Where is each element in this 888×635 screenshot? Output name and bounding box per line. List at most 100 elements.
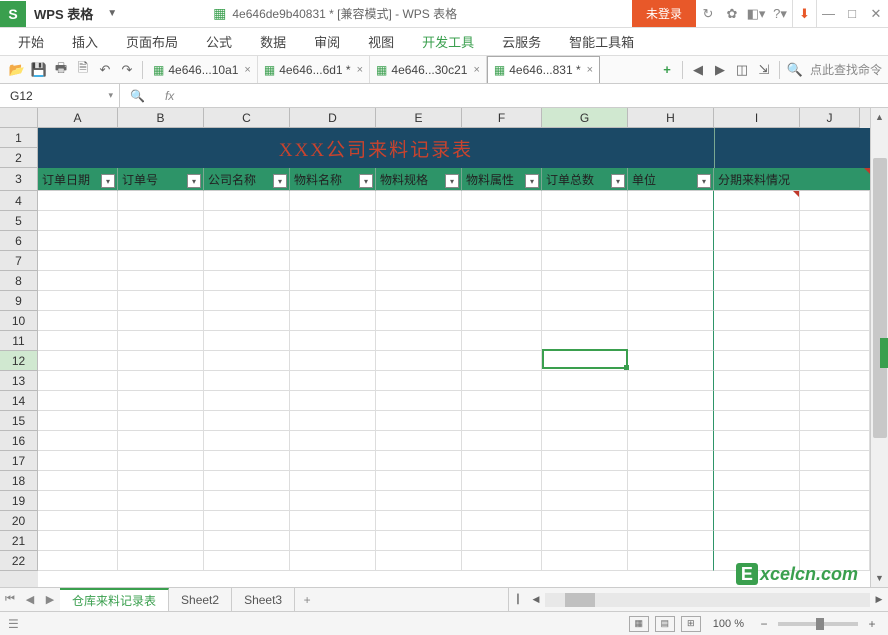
file-tab-close[interactable]: × (357, 64, 363, 76)
fx-search-icon[interactable]: 🔍 (130, 89, 145, 103)
data-row[interactable] (38, 511, 870, 531)
view-break[interactable]: ⊞ (681, 616, 701, 632)
msg-icon[interactable]: ◧▾ (744, 0, 768, 27)
filter-button[interactable]: ▾ (611, 174, 625, 188)
row-header-18[interactable]: 18 (0, 471, 38, 491)
sheet-tab-1[interactable]: Sheet2 (169, 588, 232, 611)
search-input[interactable]: 点此查找命令 (810, 61, 882, 78)
data-row[interactable] (38, 531, 870, 551)
tab-nav-left[interactable]: ◀ (688, 60, 708, 80)
view-normal[interactable]: ▦ (629, 616, 649, 632)
vertical-scrollbar[interactable]: ▲ ▼ (870, 108, 888, 587)
scroll-down-button[interactable]: ▼ (871, 569, 888, 587)
sheet-nav-prev[interactable]: ◀ (20, 588, 40, 611)
file-tab-3[interactable]: ▦4e646...831 *× (487, 56, 600, 83)
row-header-2[interactable]: 2 (0, 148, 38, 168)
skin-icon[interactable]: ✿ (720, 0, 744, 27)
data-row[interactable] (38, 391, 870, 411)
sync-icon[interactable]: ↻ (696, 0, 720, 27)
row-header-6[interactable]: 6 (0, 231, 38, 251)
redo-icon[interactable]: ↷ (117, 60, 137, 80)
row-header-11[interactable]: 11 (0, 331, 38, 351)
col-header-A[interactable]: A (38, 108, 118, 128)
data-row[interactable] (38, 351, 870, 371)
menu-1[interactable]: 插入 (58, 28, 112, 55)
data-row[interactable] (38, 211, 870, 231)
expand-icon[interactable]: ⇲ (754, 60, 774, 80)
header-cell-2[interactable]: 公司名称▾ (204, 168, 290, 191)
header-cell-8[interactable]: 分期来料情况 (714, 168, 870, 191)
row-header-5[interactable]: 5 (0, 211, 38, 231)
help-icon[interactable]: ?▾ (768, 0, 792, 27)
fx-icon[interactable]: fx (165, 89, 174, 103)
row-header-3[interactable]: 3 (0, 168, 38, 191)
filter-button[interactable]: ▾ (697, 174, 711, 188)
col-header-E[interactable]: E (376, 108, 462, 128)
view-page[interactable]: ▤ (655, 616, 675, 632)
side-tab[interactable] (880, 338, 888, 368)
filter-button[interactable]: ▾ (101, 174, 115, 188)
preview-icon[interactable]: 🗎 (73, 60, 93, 80)
horizontal-scrollbar[interactable]: ┃ ◀ ▶ (508, 588, 888, 611)
sheet-tab-0[interactable]: 仓库来料记录表 (60, 588, 169, 611)
data-row[interactable] (38, 191, 870, 211)
row-header-22[interactable]: 22 (0, 551, 38, 571)
login-button[interactable]: 未登录 (632, 0, 696, 27)
zoom-slider[interactable] (778, 622, 858, 626)
row-header-20[interactable]: 20 (0, 511, 38, 531)
col-header-J[interactable]: J (800, 108, 860, 128)
menu-8[interactable]: 云服务 (488, 28, 555, 55)
fullscreen-icon[interactable]: ⬇ (792, 0, 816, 27)
header-cell-3[interactable]: 物料名称▾ (290, 168, 376, 191)
header-cell-0[interactable]: 订单日期▾ (38, 168, 118, 191)
menu-6[interactable]: 视图 (354, 28, 408, 55)
filter-button[interactable]: ▾ (359, 174, 373, 188)
undo-icon[interactable]: ↶ (95, 60, 115, 80)
row-header-12[interactable]: 12 (0, 351, 38, 371)
col-header-I[interactable]: I (714, 108, 800, 128)
file-tab-1[interactable]: ▦4e646...6d1 *× (258, 56, 370, 83)
hscroll-left[interactable]: ◀ (527, 588, 545, 611)
print-icon[interactable]: 🖶 (51, 60, 71, 80)
menu-4[interactable]: 数据 (246, 28, 300, 55)
close-button[interactable]: ✕ (864, 0, 888, 27)
menu-3[interactable]: 公式 (192, 28, 246, 55)
col-header-H[interactable]: H (628, 108, 714, 128)
header-cell-1[interactable]: 订单号▾ (118, 168, 204, 191)
header-cell-4[interactable]: 物料规格▾ (376, 168, 462, 191)
filter-button[interactable]: ▾ (445, 174, 459, 188)
sheet-nav-next[interactable]: ▶ (40, 588, 60, 611)
header-cell-5[interactable]: 物料属性▾ (462, 168, 542, 191)
open-icon[interactable]: 📂 (7, 60, 27, 80)
search-icon[interactable]: 🔍 (785, 60, 805, 80)
row-header-13[interactable]: 13 (0, 371, 38, 391)
row-header-15[interactable]: 15 (0, 411, 38, 431)
data-row[interactable] (38, 231, 870, 251)
maximize-button[interactable]: □ (840, 0, 864, 27)
row-header-19[interactable]: 19 (0, 491, 38, 511)
col-header-B[interactable]: B (118, 108, 204, 128)
file-tab-0[interactable]: ▦4e646...10a1× (147, 56, 258, 83)
scroll-up-button[interactable]: ▲ (871, 108, 888, 126)
add-tab-button[interactable]: + (657, 60, 677, 80)
row-header-7[interactable]: 7 (0, 251, 38, 271)
save-icon[interactable]: 💾 (29, 60, 49, 80)
data-row[interactable] (38, 251, 870, 271)
row-header-8[interactable]: 8 (0, 271, 38, 291)
row-header-1[interactable]: 1 (0, 128, 38, 148)
header-cell-7[interactable]: 单位▾ (628, 168, 714, 191)
data-row[interactable] (38, 371, 870, 391)
filter-button[interactable]: ▾ (525, 174, 539, 188)
menu-2[interactable]: 页面布局 (112, 28, 192, 55)
col-header-C[interactable]: C (204, 108, 290, 128)
filter-button[interactable]: ▾ (273, 174, 287, 188)
file-tab-close[interactable]: × (587, 64, 593, 76)
col-header-D[interactable]: D (290, 108, 376, 128)
data-row[interactable] (38, 471, 870, 491)
data-row[interactable] (38, 431, 870, 451)
hscroll-split[interactable]: ┃ (509, 588, 527, 611)
cells-area[interactable]: XXX公司来料记录表 订单日期▾订单号▾公司名称▾物料名称▾物料规格▾物料属性▾… (38, 128, 870, 587)
sheet-nav-first[interactable]: ⏮ (0, 588, 20, 611)
menu-0[interactable]: 开始 (4, 28, 58, 55)
col-header-G[interactable]: G (542, 108, 628, 128)
